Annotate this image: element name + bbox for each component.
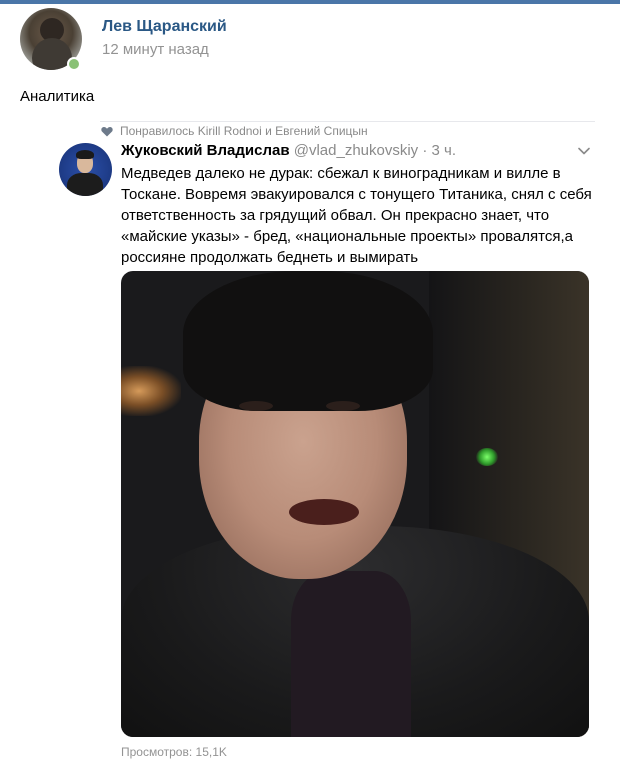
divider: [100, 121, 595, 122]
views-count: Просмотров: 15,1K: [121, 745, 227, 759]
tweet-author-name[interactable]: Жуковский Владислав: [121, 142, 290, 159]
tweet-author-avatar[interactable]: [59, 143, 112, 196]
post-text: Аналитика: [20, 88, 95, 105]
tweet-header: Жуковский Владислав @vlad_zhukovskiy · 3…: [121, 142, 456, 159]
liked-by-text[interactable]: Понравилось Kirill Rodnoi и Евгений Спиц…: [120, 124, 368, 138]
post-header: Лев Щаранский 12 минут назад: [20, 8, 600, 72]
online-indicator: [67, 57, 81, 71]
video-player[interactable]: [121, 271, 589, 737]
chevron-down-icon[interactable]: [578, 147, 590, 155]
tweet-time[interactable]: · 3 ч.: [422, 142, 456, 159]
top-bar: [0, 0, 620, 4]
heart-icon: [101, 126, 113, 137]
tweet-author-handle[interactable]: @vlad_zhukovskiy: [294, 142, 418, 159]
author-name[interactable]: Лев Щаранский: [102, 18, 227, 36]
post-time[interactable]: 12 минут назад: [102, 41, 209, 58]
tweet-text: Медведев далеко не дурак: сбежал к виног…: [121, 165, 592, 266]
